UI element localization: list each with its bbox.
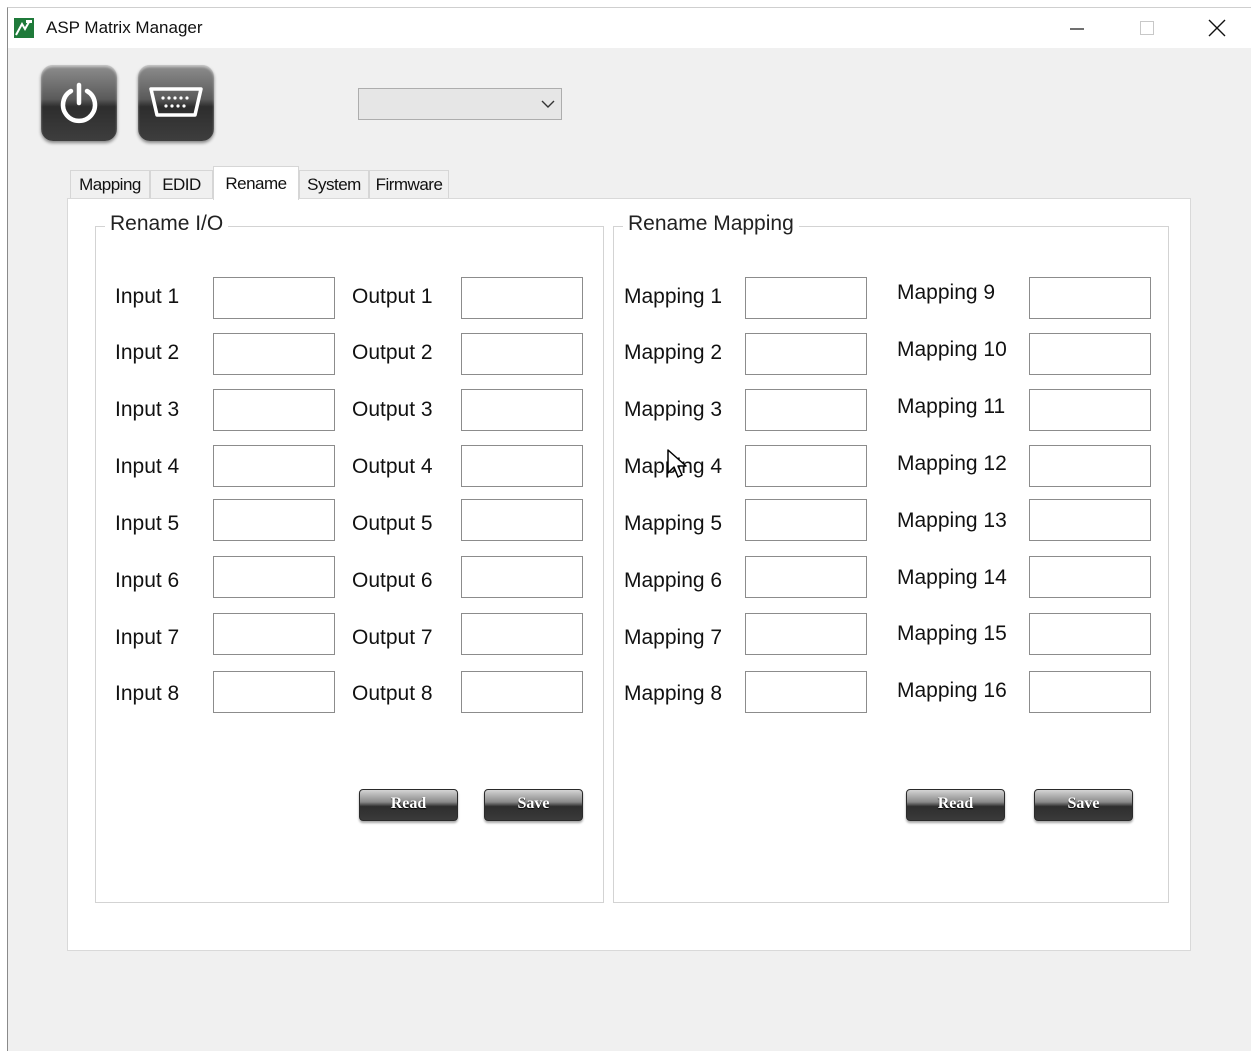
input-name-field[interactable] bbox=[213, 613, 335, 655]
input-label: Input 4 bbox=[115, 455, 180, 478]
mapping-label: Mapping 11 bbox=[897, 395, 1006, 418]
mapping-label: Mapping 9 bbox=[897, 281, 996, 304]
input-label: Input 3 bbox=[115, 398, 180, 421]
mapping-name-field[interactable] bbox=[1029, 499, 1151, 541]
output-label: Output 6 bbox=[352, 569, 433, 592]
input-name-field[interactable] bbox=[213, 277, 335, 319]
tab-system[interactable]: System bbox=[299, 170, 369, 199]
input-name-field[interactable] bbox=[213, 445, 335, 487]
mapping-label: Mapping 15 bbox=[897, 622, 1007, 645]
input-label: Input 2 bbox=[115, 341, 180, 364]
input-label: Input 8 bbox=[115, 682, 180, 705]
tab-label: Firmware bbox=[375, 175, 443, 194]
mapping-name-field[interactable] bbox=[745, 445, 867, 487]
maximize-button[interactable] bbox=[1112, 8, 1182, 48]
port-select[interactable] bbox=[358, 88, 562, 120]
output-name-field[interactable] bbox=[461, 277, 583, 319]
power-button[interactable] bbox=[41, 65, 117, 141]
tab-firmware[interactable]: Firmware bbox=[369, 170, 449, 199]
mapping-name-field[interactable] bbox=[1029, 389, 1151, 431]
app-logo-icon bbox=[14, 18, 34, 38]
tab-label: System bbox=[307, 175, 361, 194]
input-label: Input 5 bbox=[115, 512, 180, 535]
window-title: ASP Matrix Manager bbox=[46, 18, 203, 37]
mapping-read-button[interactable]: Read bbox=[906, 789, 1005, 821]
input-name-field[interactable] bbox=[213, 333, 335, 375]
mapping-name-field[interactable] bbox=[745, 277, 867, 319]
mapping-label: Mapping 14 bbox=[897, 566, 1007, 589]
output-label: Output 8 bbox=[352, 682, 433, 705]
mapping-label: Mapping 5 bbox=[624, 512, 723, 535]
tab-label: Mapping bbox=[79, 175, 141, 194]
maximize-icon bbox=[1140, 21, 1154, 35]
rename-io-group: Rename I/O Input 1 Output 1 Input 2 Outp… bbox=[95, 212, 604, 903]
mouse-pointer-icon bbox=[667, 449, 687, 478]
close-button[interactable] bbox=[1182, 8, 1251, 48]
mapping-label: Mapping 16 bbox=[897, 679, 1007, 702]
mapping-name-field[interactable] bbox=[745, 556, 867, 598]
mapping-label: Mapping 8 bbox=[624, 682, 723, 705]
tab-mapping[interactable]: Mapping bbox=[70, 170, 150, 199]
input-name-field[interactable] bbox=[213, 671, 335, 713]
output-label: Output 4 bbox=[352, 455, 433, 478]
mapping-label: Mapping 3 bbox=[624, 398, 723, 421]
mapping-label: Mapping 13 bbox=[897, 509, 1007, 532]
output-label: Output 1 bbox=[352, 285, 433, 308]
input-label: Input 7 bbox=[115, 626, 180, 649]
rename-mapping-title: Rename Mapping bbox=[623, 212, 799, 236]
mapping-name-field[interactable] bbox=[745, 389, 867, 431]
output-name-field[interactable] bbox=[461, 671, 583, 713]
mapping-name-field[interactable] bbox=[1029, 445, 1151, 487]
serial-port-icon bbox=[149, 87, 203, 117]
mapping-label: Mapping 1 bbox=[624, 285, 723, 308]
output-label: Output 2 bbox=[352, 341, 433, 364]
mapping-label: Mapping 10 bbox=[897, 338, 1007, 361]
input-name-field[interactable] bbox=[213, 499, 335, 541]
output-name-field[interactable] bbox=[461, 499, 583, 541]
title-bar[interactable]: ASP Matrix Manager bbox=[8, 8, 1251, 48]
serial-port-button[interactable] bbox=[138, 65, 214, 141]
input-label: Input 1 bbox=[115, 285, 180, 308]
mapping-name-field[interactable] bbox=[1029, 671, 1151, 713]
mapping-label: Mapping 12 bbox=[897, 452, 1007, 475]
mapping-save-button[interactable]: Save bbox=[1034, 789, 1133, 821]
output-name-field[interactable] bbox=[461, 556, 583, 598]
mapping-name-field[interactable] bbox=[745, 499, 867, 541]
rename-tab-panel: Rename I/O Input 1 Output 1 Input 2 Outp… bbox=[67, 198, 1191, 951]
mapping-name-field[interactable] bbox=[745, 671, 867, 713]
mapping-label: Mapping 7 bbox=[624, 626, 723, 649]
power-icon bbox=[60, 82, 98, 124]
mapping-name-field[interactable] bbox=[1029, 613, 1151, 655]
input-name-field[interactable] bbox=[213, 556, 335, 598]
mapping-label: Mapping 2 bbox=[624, 341, 723, 364]
mapping-name-field[interactable] bbox=[1029, 556, 1151, 598]
mapping-name-field[interactable] bbox=[745, 333, 867, 375]
output-label: Output 5 bbox=[352, 512, 433, 535]
minimize-button[interactable] bbox=[1042, 8, 1112, 48]
io-read-button[interactable]: Read bbox=[359, 789, 458, 821]
mapping-label: Mapping 6 bbox=[624, 569, 723, 592]
output-name-field[interactable] bbox=[461, 613, 583, 655]
mapping-name-field[interactable] bbox=[1029, 333, 1151, 375]
tab-edid[interactable]: EDID bbox=[150, 170, 213, 199]
rename-io-title: Rename I/O bbox=[105, 212, 229, 236]
output-name-field[interactable] bbox=[461, 389, 583, 431]
output-label: Output 3 bbox=[352, 398, 433, 421]
output-label: Output 7 bbox=[352, 626, 433, 649]
output-name-field[interactable] bbox=[461, 333, 583, 375]
output-name-field[interactable] bbox=[461, 445, 583, 487]
mapping-name-field[interactable] bbox=[745, 613, 867, 655]
app-window: ASP Matrix Manager Mapping EDID Rename S… bbox=[7, 7, 1251, 1051]
chevron-down-icon bbox=[541, 100, 555, 108]
close-icon bbox=[1208, 19, 1226, 37]
tab-rename[interactable]: Rename bbox=[213, 166, 299, 200]
rename-mapping-group: Rename Mapping Mapping 1 Mapping 9 Mappi… bbox=[613, 212, 1169, 903]
tab-label: Rename bbox=[225, 173, 287, 193]
minimize-icon bbox=[1070, 28, 1084, 30]
mapping-name-field[interactable] bbox=[1029, 277, 1151, 319]
tab-label: EDID bbox=[162, 175, 201, 194]
io-save-button[interactable]: Save bbox=[484, 789, 583, 821]
input-name-field[interactable] bbox=[213, 389, 335, 431]
input-label: Input 6 bbox=[115, 569, 180, 592]
